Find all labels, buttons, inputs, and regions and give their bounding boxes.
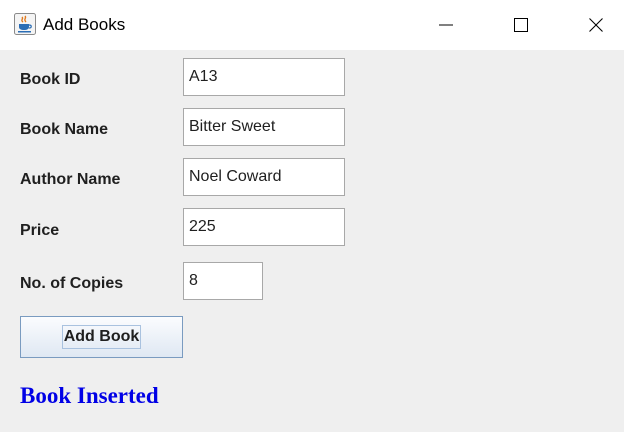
book-name-field[interactable] <box>183 108 345 146</box>
minimize-button[interactable] <box>418 0 474 50</box>
form-panel: Book ID Book Name Author Name Price No. … <box>0 50 624 432</box>
book-name-label: Book Name <box>20 121 109 138</box>
minimize-icon <box>439 24 453 26</box>
close-button[interactable] <box>568 0 624 50</box>
copies-field[interactable] <box>183 262 263 300</box>
java-cup-icon <box>14 13 36 35</box>
book-id-label: Book ID <box>20 71 81 88</box>
status-message: Book Inserted <box>20 383 159 408</box>
close-icon <box>589 18 603 32</box>
maximize-button[interactable] <box>493 0 549 50</box>
maximize-icon <box>514 18 528 32</box>
title-bar[interactable]: Add Books <box>0 0 624 50</box>
book-id-field[interactable] <box>183 58 345 96</box>
price-field[interactable] <box>183 208 345 246</box>
author-name-field[interactable] <box>183 158 345 196</box>
add-book-button-label: Add Book <box>61 325 142 349</box>
author-name-label: Author Name <box>20 171 121 188</box>
price-label: Price <box>20 222 60 239</box>
window-title: Add Books <box>43 15 126 34</box>
copies-label: No. of Copies <box>20 275 124 292</box>
add-book-button[interactable]: Add Book <box>20 316 183 358</box>
